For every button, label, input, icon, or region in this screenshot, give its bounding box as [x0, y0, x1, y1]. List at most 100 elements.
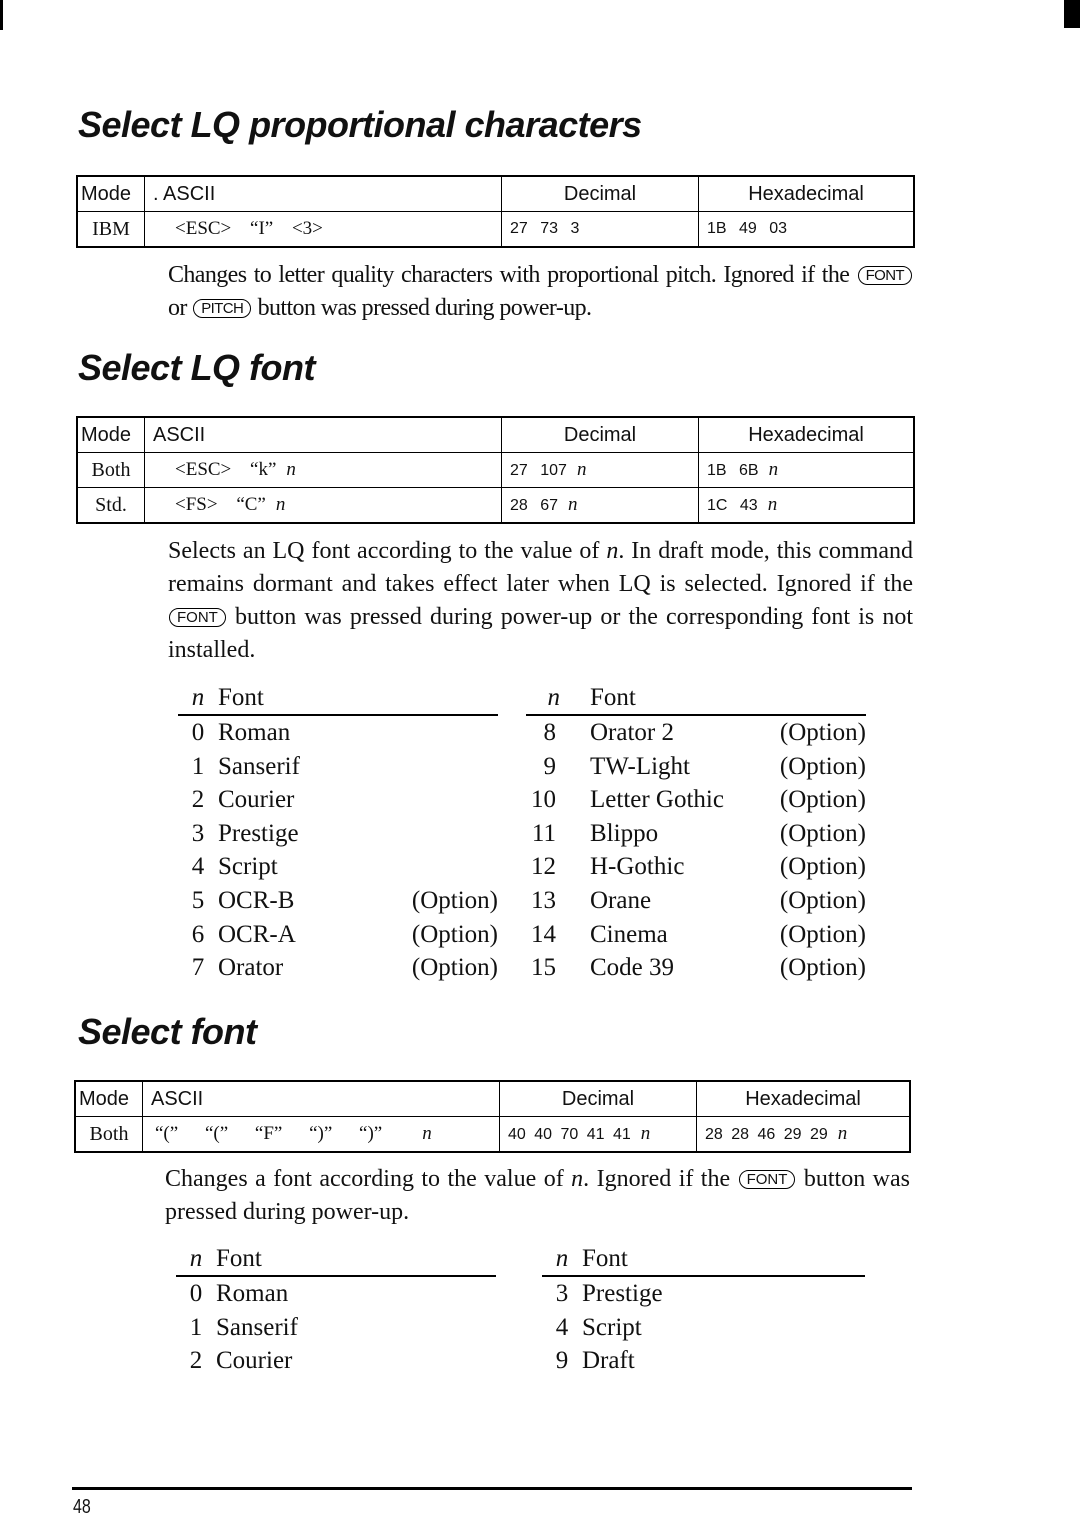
font-list-item: 5 OCR-B (Option) — [178, 884, 498, 918]
font-number: 14 — [531, 920, 556, 948]
lq-font-list-left: n Font 0 Roman 1 Sanserif 2 Courier 3 Prestige 4… — [178, 683, 498, 985]
n-param: n — [767, 494, 778, 515]
font-list-right: n Font 3 Prestige 4 Script 9 Draft — [542, 1244, 865, 1378]
header-decimal: Decimal — [501, 416, 699, 453]
font-list-item: 2 Courier — [178, 783, 498, 817]
font-name: Script — [218, 853, 278, 881]
font-number: 7 — [191, 954, 205, 982]
font-list-item: 13 Orane (Option) — [526, 884, 866, 918]
table-header-row: Mode ASCII Decimal Hexadecimal — [76, 416, 915, 453]
header-ascii: ASCII — [142, 1080, 500, 1117]
description-select-font: Changes a font according to the value of… — [165, 1163, 910, 1229]
font-number: 10 — [531, 786, 556, 814]
font-name: Script — [582, 1313, 642, 1341]
font-list-item: 4 Script — [542, 1311, 865, 1345]
page-number: 48 — [73, 1496, 91, 1518]
decimal-value: 40 40 70 41 41 — [508, 1126, 631, 1143]
table-row: Both <ESC> “k” n 27 107 n 1B 6B n — [76, 452, 915, 488]
n-param: n — [571, 1166, 584, 1192]
description-text: button was pressed during power-up. — [257, 295, 592, 321]
font-name: Prestige — [582, 1280, 663, 1307]
header-hexadecimal: Hexadecimal — [698, 175, 915, 212]
font-name: Code 39 — [590, 954, 675, 982]
header-mode: Mode — [76, 175, 145, 212]
table-row: Std. <FS> “C” n 28 67 n 1C 43 n — [76, 487, 915, 524]
cell-mode: Both — [76, 452, 145, 488]
font-list-header: n Font — [178, 683, 498, 716]
font-number: 3 — [555, 1280, 569, 1307]
font-list-item: 1 Sanserif — [176, 1311, 496, 1345]
section-title-select-font: Select font — [78, 1011, 257, 1052]
n-param: n — [422, 1123, 432, 1144]
hex-value: 1C 43 — [707, 497, 758, 514]
footer-rule — [72, 1487, 912, 1490]
font-name: Courier — [216, 1347, 293, 1375]
margin-mark-left — [0, 0, 3, 30]
font-number: 5 — [191, 886, 205, 914]
font-option-label: (Option) — [779, 920, 866, 948]
font-number: 12 — [531, 853, 556, 881]
hex-value: 28 28 46 29 29 — [705, 1126, 828, 1143]
font-list-header: n Font — [526, 683, 866, 716]
decimal-value: 28 67 — [510, 497, 559, 514]
header-decimal: Decimal — [499, 1080, 697, 1117]
cell-ascii: “(” “(” “F” “)” “)” n — [142, 1116, 500, 1153]
font-number: 3 — [191, 819, 205, 847]
table-row: Both “(” “(” “F” “)” “)” n 40 40 70 41 41… — [74, 1116, 911, 1153]
header-ascii: . ASCII — [144, 175, 502, 212]
header-font: Font — [590, 684, 636, 711]
font-list-item: 14 Cinema (Option) — [526, 918, 866, 952]
font-name: Sanserif — [218, 752, 300, 780]
cell-mode: Both — [74, 1116, 143, 1153]
header-font: Font — [216, 1245, 262, 1272]
font-number: 15 — [531, 954, 556, 982]
cell-mode: IBM — [76, 211, 145, 248]
font-number: 4 — [555, 1313, 569, 1341]
font-number: 0 — [189, 1280, 203, 1307]
font-name: Roman — [216, 1280, 289, 1307]
font-list-item: 11 Blippo (Option) — [526, 817, 866, 851]
header-n: n — [191, 684, 205, 711]
header-n: n — [189, 1245, 203, 1272]
font-name: Orator 2 — [590, 719, 674, 746]
font-button-icon: FONT — [738, 1170, 796, 1189]
font-name: Orane — [590, 886, 652, 914]
cell-hexadecimal: 1C 43 n — [698, 487, 915, 524]
font-list-item: 9 TW-Light (Option) — [526, 750, 867, 784]
font-list-item: 12 H-Gothic (Option) — [526, 850, 866, 884]
description-text: Changes to letter quality characters wit… — [168, 262, 850, 288]
n-param: n — [640, 1123, 651, 1144]
font-number: 13 — [531, 886, 556, 914]
description-text: Selects an LQ font according to the valu… — [168, 538, 600, 564]
ascii-value: “(” “(” “F” “)” “)” — [155, 1123, 383, 1144]
font-list-item: 8 Orator 2 (Option) — [526, 716, 867, 750]
font-list-item: 4 Script — [178, 850, 498, 884]
cell-mode: Std. — [76, 487, 145, 524]
font-option-label: (Option) — [779, 786, 866, 814]
font-option-label: (Option) — [779, 752, 866, 780]
font-button-icon: FONT — [857, 266, 912, 285]
font-number: 1 — [189, 1313, 203, 1341]
pitch-button-icon: PITCH — [193, 299, 252, 318]
font-list-item: 2 Courier — [176, 1344, 496, 1378]
cell-decimal: 27 107 n — [501, 452, 699, 488]
header-n: n — [547, 684, 561, 711]
command-table-lq-proportional: Mode . ASCII Decimal Hexadecimal IBM <ES… — [76, 175, 915, 248]
font-name: Roman — [218, 719, 291, 746]
font-name: Letter Gothic — [590, 786, 724, 814]
cell-ascii: <ESC> “k” n — [144, 452, 502, 488]
n-param: n — [576, 459, 587, 480]
font-number: 4 — [191, 853, 205, 881]
description-text: . Ignored if the — [583, 1166, 731, 1192]
font-number: 8 — [543, 719, 557, 746]
font-list-item: 0 Roman — [176, 1277, 496, 1311]
cell-hexadecimal: 28 28 46 29 29 n — [696, 1116, 911, 1153]
n-param: n — [568, 494, 578, 515]
font-list-item: 3 Prestige — [542, 1277, 865, 1311]
margin-mark-right — [1064, 0, 1080, 28]
description-lq-font: Selects an LQ font according to the valu… — [168, 535, 913, 667]
font-name: Cinema — [590, 920, 668, 948]
font-option-label: (Option) — [779, 853, 866, 881]
ascii-value: <FS> “C” — [175, 494, 266, 515]
font-name: Orator — [218, 954, 284, 982]
